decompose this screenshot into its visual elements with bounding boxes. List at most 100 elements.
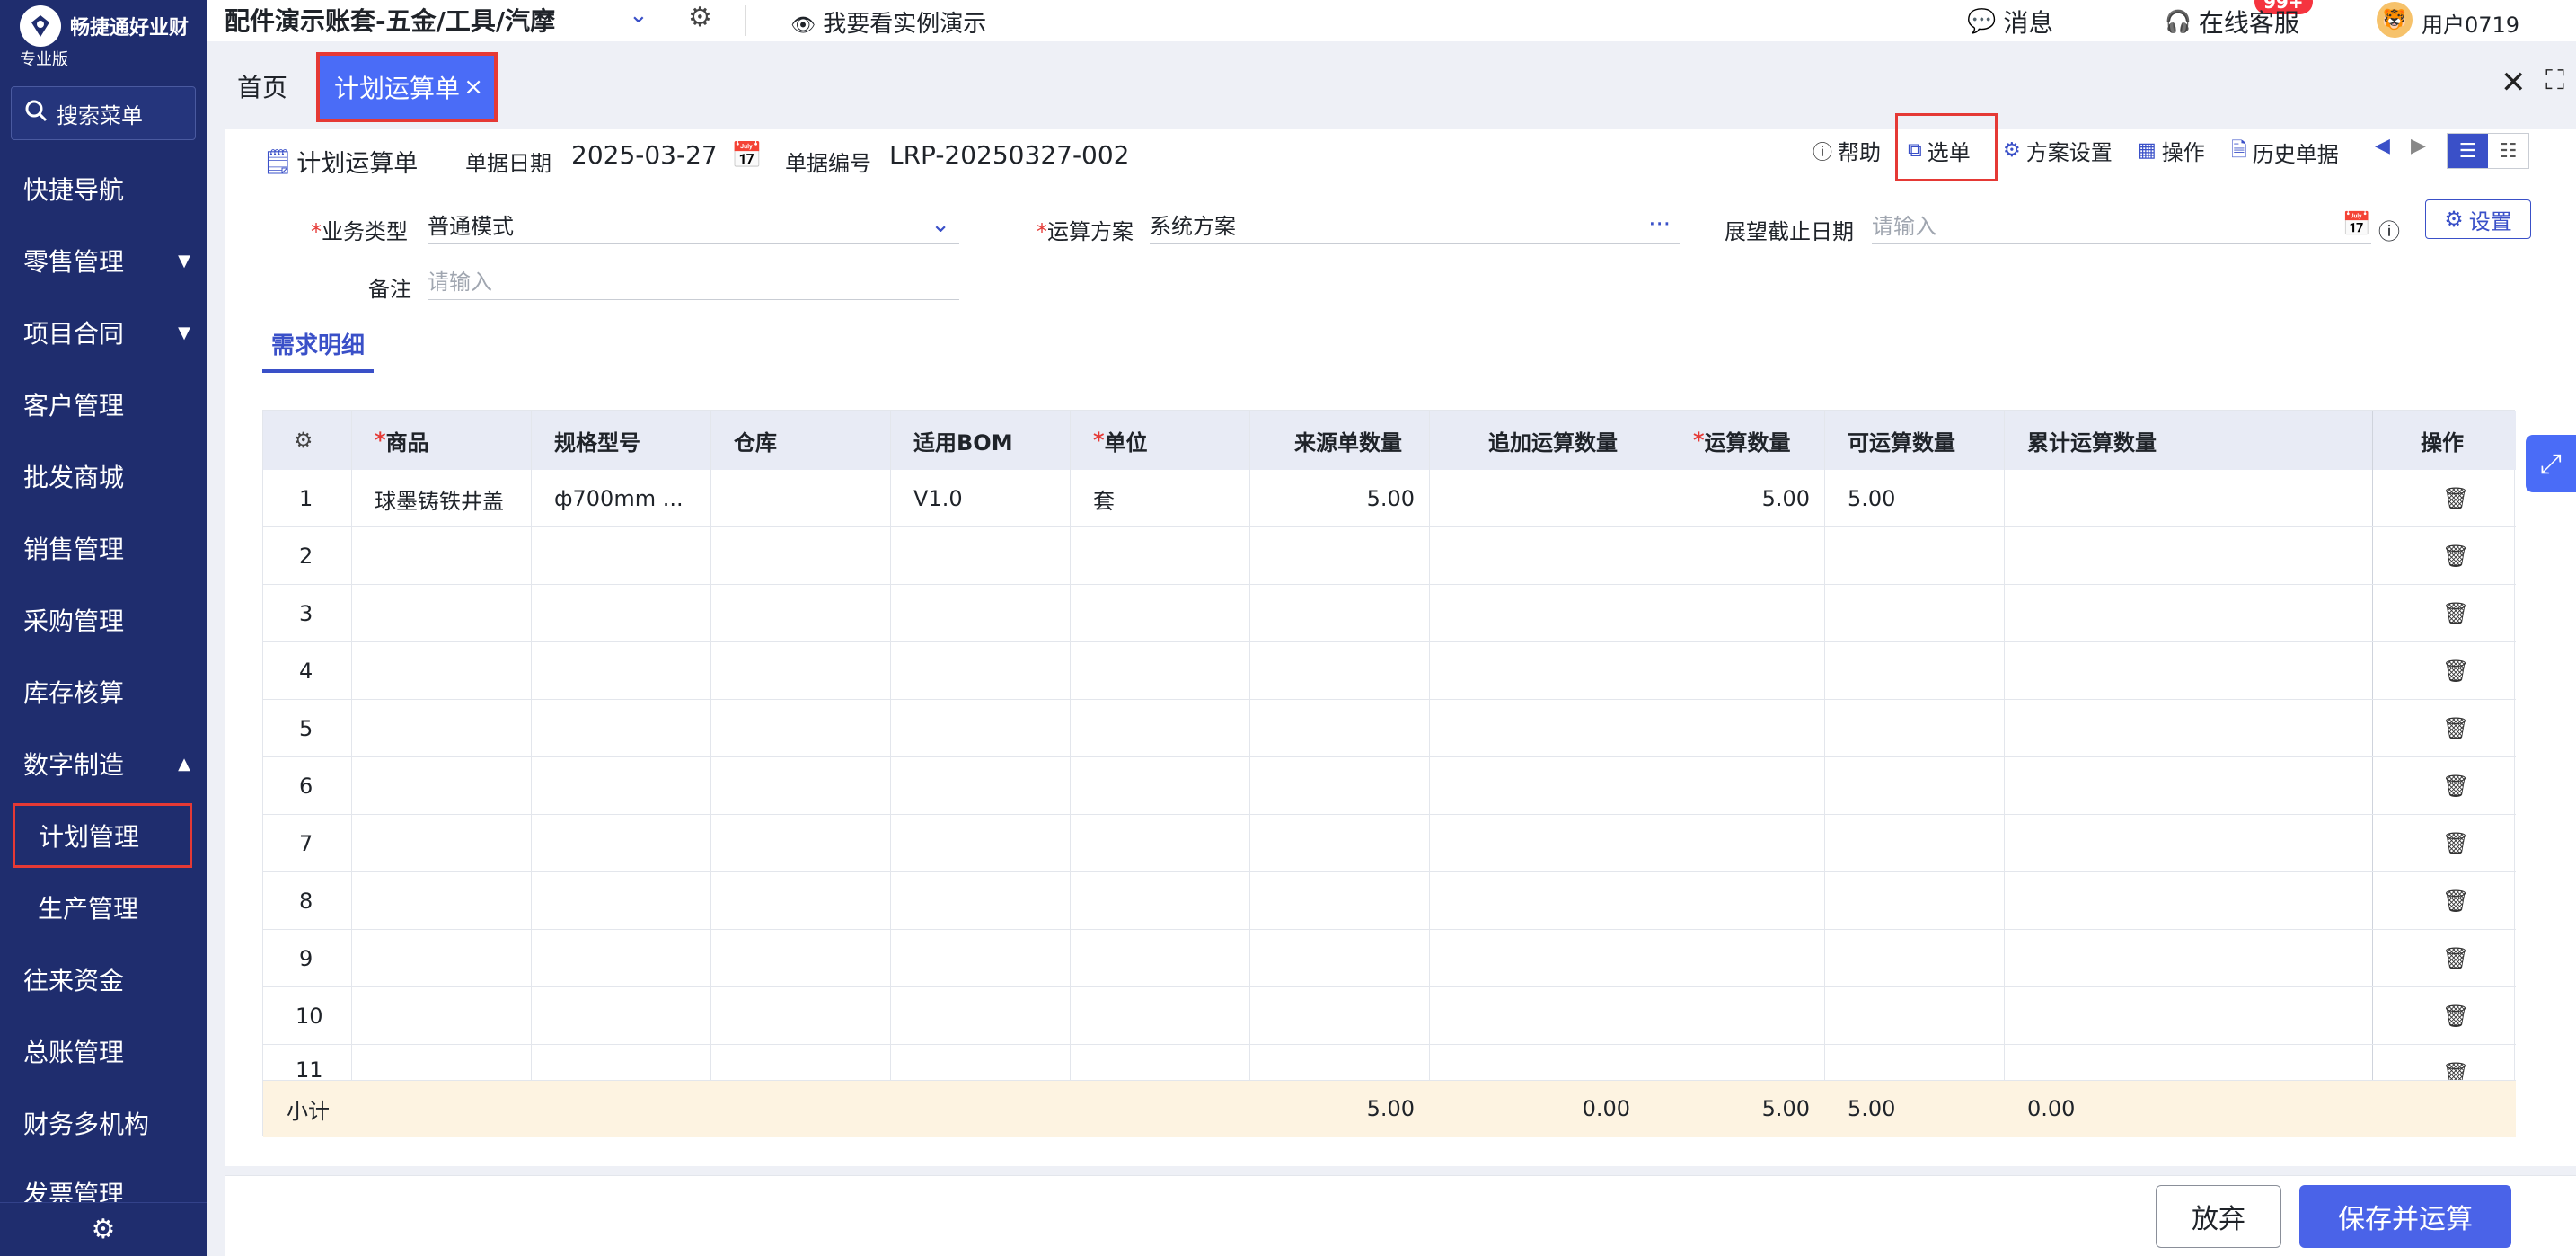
sidebar-item-quick-nav[interactable]: 快捷导航 bbox=[0, 160, 207, 217]
table-row[interactable]: 11 🗑 bbox=[263, 1045, 2516, 1081]
close-all-tabs-icon[interactable]: ✕ bbox=[2501, 65, 2527, 101]
horizon-date-input[interactable]: 请输入 📅 bbox=[1872, 205, 2371, 244]
sidebar-item-sales[interactable]: 销售管理 bbox=[0, 519, 207, 577]
table-row[interactable]: 1 球墨铸铁井盖 ф700mm ... V1.0 套 5.00 5.00 5.0… bbox=[263, 470, 2516, 527]
sidebar-item-purchase[interactable]: 采购管理 bbox=[0, 591, 207, 649]
operations-button[interactable]: ▦ 操作 bbox=[2138, 135, 2205, 166]
cell-source-qty[interactable]: 5.00 bbox=[1249, 470, 1415, 527]
view-toggle[interactable]: ☰ ☷ bbox=[2447, 133, 2529, 169]
sidebar-item-receivables-funds[interactable]: 往来资金 bbox=[0, 951, 207, 1008]
search-menu-button[interactable]: 搜索菜单 bbox=[11, 86, 196, 140]
demo-link[interactable]: 👁 我要看实例演示 bbox=[790, 5, 986, 39]
header-product[interactable]: * 商品 bbox=[375, 411, 429, 470]
delete-icon[interactable]: 🗑 bbox=[2442, 1061, 2469, 1080]
cell-product[interactable]: 球墨铸铁井盖 bbox=[375, 470, 504, 527]
cell-extra-qty[interactable] bbox=[1429, 470, 1630, 527]
gear-icon[interactable]: ⚙ bbox=[688, 2, 712, 33]
delete-icon[interactable]: 🗑 bbox=[2442, 486, 2469, 511]
table-row[interactable]: 2 🗑 bbox=[263, 527, 2516, 585]
prev-arrow-icon[interactable]: ◀ bbox=[2375, 135, 2390, 157]
sidebar-item-label: 快捷导航 bbox=[23, 175, 125, 205]
sidebar-item-wholesale[interactable]: 批发商城 bbox=[0, 447, 207, 505]
tab-plan-calculation[interactable]: 计划运算单 × bbox=[316, 52, 498, 122]
brand-logo[interactable]: 畅捷通好业财 bbox=[20, 5, 189, 47]
sidebar-item-project-contract[interactable]: 项目合同 ▼ bbox=[0, 304, 207, 361]
table-row[interactable]: 8 🗑 bbox=[263, 872, 2516, 930]
table-row[interactable]: 5 🗑 bbox=[263, 700, 2516, 757]
header-warehouse[interactable]: 仓库 bbox=[734, 411, 777, 470]
more-icon[interactable]: ··· bbox=[1648, 211, 1671, 238]
form-title-tab[interactable]: 🗒 计划运算单 bbox=[262, 144, 418, 188]
online-service-button[interactable]: 🎧 在线客服 bbox=[2165, 4, 2299, 40]
chevron-down-icon[interactable]: ⌄ bbox=[629, 2, 648, 29]
cell-bom[interactable]: V1.0 bbox=[913, 470, 963, 527]
calendar-icon[interactable]: 📅 bbox=[731, 140, 763, 170]
table-row[interactable]: 3 🗑 bbox=[263, 585, 2516, 642]
avatar[interactable]: 🐯 bbox=[2377, 2, 2413, 38]
list-view-icon[interactable]: ☰ bbox=[2448, 134, 2488, 168]
remark-input[interactable]: 请输入 bbox=[428, 261, 959, 300]
header-spec[interactable]: 规格型号 bbox=[554, 411, 640, 470]
column-settings-icon[interactable]: ⚙ bbox=[294, 411, 313, 470]
delete-icon[interactable]: 🗑 bbox=[2442, 1004, 2469, 1029]
cell-unit[interactable]: 套 bbox=[1093, 470, 1115, 527]
header-source-qty[interactable]: 来源单数量 bbox=[1294, 411, 1402, 470]
expand-panel-icon[interactable]: ⤢ bbox=[2526, 435, 2576, 492]
messages-button[interactable]: 💬 消息 bbox=[1967, 4, 2053, 40]
delete-icon[interactable]: 🗑 bbox=[2442, 889, 2469, 914]
date-value[interactable]: 2025-03-27 bbox=[571, 140, 718, 170]
sidebar-settings-button[interactable]: ⚙ bbox=[0, 1202, 207, 1256]
delete-icon[interactable]: 🗑 bbox=[2442, 716, 2469, 741]
header-unit[interactable]: * 单位 bbox=[1093, 411, 1148, 470]
table-row[interactable]: 4 🗑 bbox=[263, 642, 2516, 700]
help-icon[interactable]: ⓘ bbox=[2378, 214, 2400, 245]
plan-select[interactable]: 系统方案 ··· bbox=[1150, 205, 1680, 244]
table-row[interactable]: 6 🗑 bbox=[263, 757, 2516, 815]
header-avail-qty[interactable]: 可运算数量 bbox=[1848, 411, 1955, 470]
header-calc-qty[interactable]: * 运算数量 bbox=[1693, 411, 1791, 470]
sidebar-item-customers[interactable]: 客户管理 bbox=[0, 376, 207, 433]
table-row[interactable]: 10 🗑 bbox=[263, 987, 2516, 1045]
close-icon[interactable]: × bbox=[463, 74, 483, 101]
table-row[interactable]: 7 🗑 bbox=[263, 815, 2516, 872]
tab-home[interactable]: 首页 bbox=[237, 68, 287, 104]
next-arrow-icon[interactable]: ▶ bbox=[2411, 135, 2426, 157]
delete-icon[interactable]: 🗑 bbox=[2442, 544, 2469, 569]
fullscreen-icon[interactable]: ⛶ bbox=[2545, 65, 2564, 96]
biz-type-select[interactable]: 普通模式 ⌄ bbox=[428, 205, 959, 244]
table-row[interactable]: 9 🗑 bbox=[263, 930, 2516, 987]
cancel-button[interactable]: 放弃 bbox=[2156, 1185, 2281, 1248]
sidebar-item-inventory[interactable]: 库存核算 bbox=[0, 663, 207, 721]
sidebar-item-digital-manufacturing[interactable]: 数字制造 ▲ bbox=[0, 735, 207, 792]
sidebar-item-production-management[interactable]: 生产管理 bbox=[0, 879, 207, 936]
detail-view-icon[interactable]: ☷ bbox=[2488, 134, 2528, 168]
settings-button[interactable]: ⚙ 设置 bbox=[2425, 199, 2531, 239]
delete-icon[interactable]: 🗑 bbox=[2442, 831, 2469, 856]
history-button[interactable]: 🗎 历史单据 bbox=[2231, 135, 2339, 169]
calendar-icon[interactable]: 📅 bbox=[2342, 211, 2371, 238]
username[interactable]: 用户0719 bbox=[2422, 7, 2519, 39]
sidebar-item-plan-management[interactable]: 计划管理 bbox=[13, 803, 192, 868]
help-button[interactable]: ⓘ 帮助 bbox=[1813, 135, 1881, 166]
delete-icon[interactable]: 🗑 bbox=[2442, 946, 2469, 971]
header-extra-qty[interactable]: 追加运算数量 bbox=[1488, 411, 1618, 470]
tab-demand-details[interactable]: 需求明细 bbox=[262, 327, 375, 373]
sidebar-item-retail[interactable]: 零售管理 ▼ bbox=[0, 232, 207, 289]
cell-calc-qty[interactable]: 5.00 bbox=[1645, 470, 1810, 527]
sidebar-item-general-ledger[interactable]: 总账管理 bbox=[0, 1022, 207, 1080]
header-cum-qty[interactable]: 累计运算数量 bbox=[2027, 411, 2157, 470]
delete-icon[interactable]: 🗑 bbox=[2442, 774, 2469, 799]
sidebar-item-multi-org-finance[interactable]: 财务多机构 bbox=[0, 1094, 207, 1152]
delete-icon[interactable]: 🗑 bbox=[2442, 659, 2469, 684]
plan-settings-label: 方案设置 bbox=[2025, 140, 2113, 165]
plan-settings-button[interactable]: ⚙ 方案设置 bbox=[2003, 135, 2113, 166]
subtotal-avail-qty: 5.00 bbox=[1848, 1096, 1896, 1121]
account-selector[interactable]: 配件演示账套-五金/工具/汽摩 bbox=[225, 2, 555, 38]
cell-spec[interactable]: ф700mm ... bbox=[554, 470, 684, 527]
save-and-calculate-button[interactable]: 保存并运算 bbox=[2299, 1185, 2511, 1248]
brand-edition: 专业版 bbox=[20, 50, 68, 69]
delete-icon[interactable]: 🗑 bbox=[2442, 601, 2469, 626]
brand-name: 畅捷通好业财 bbox=[70, 17, 190, 40]
header-bom[interactable]: 适用BOM bbox=[913, 411, 1013, 470]
pick-button[interactable]: ⧉ 选单 bbox=[1908, 135, 1971, 166]
